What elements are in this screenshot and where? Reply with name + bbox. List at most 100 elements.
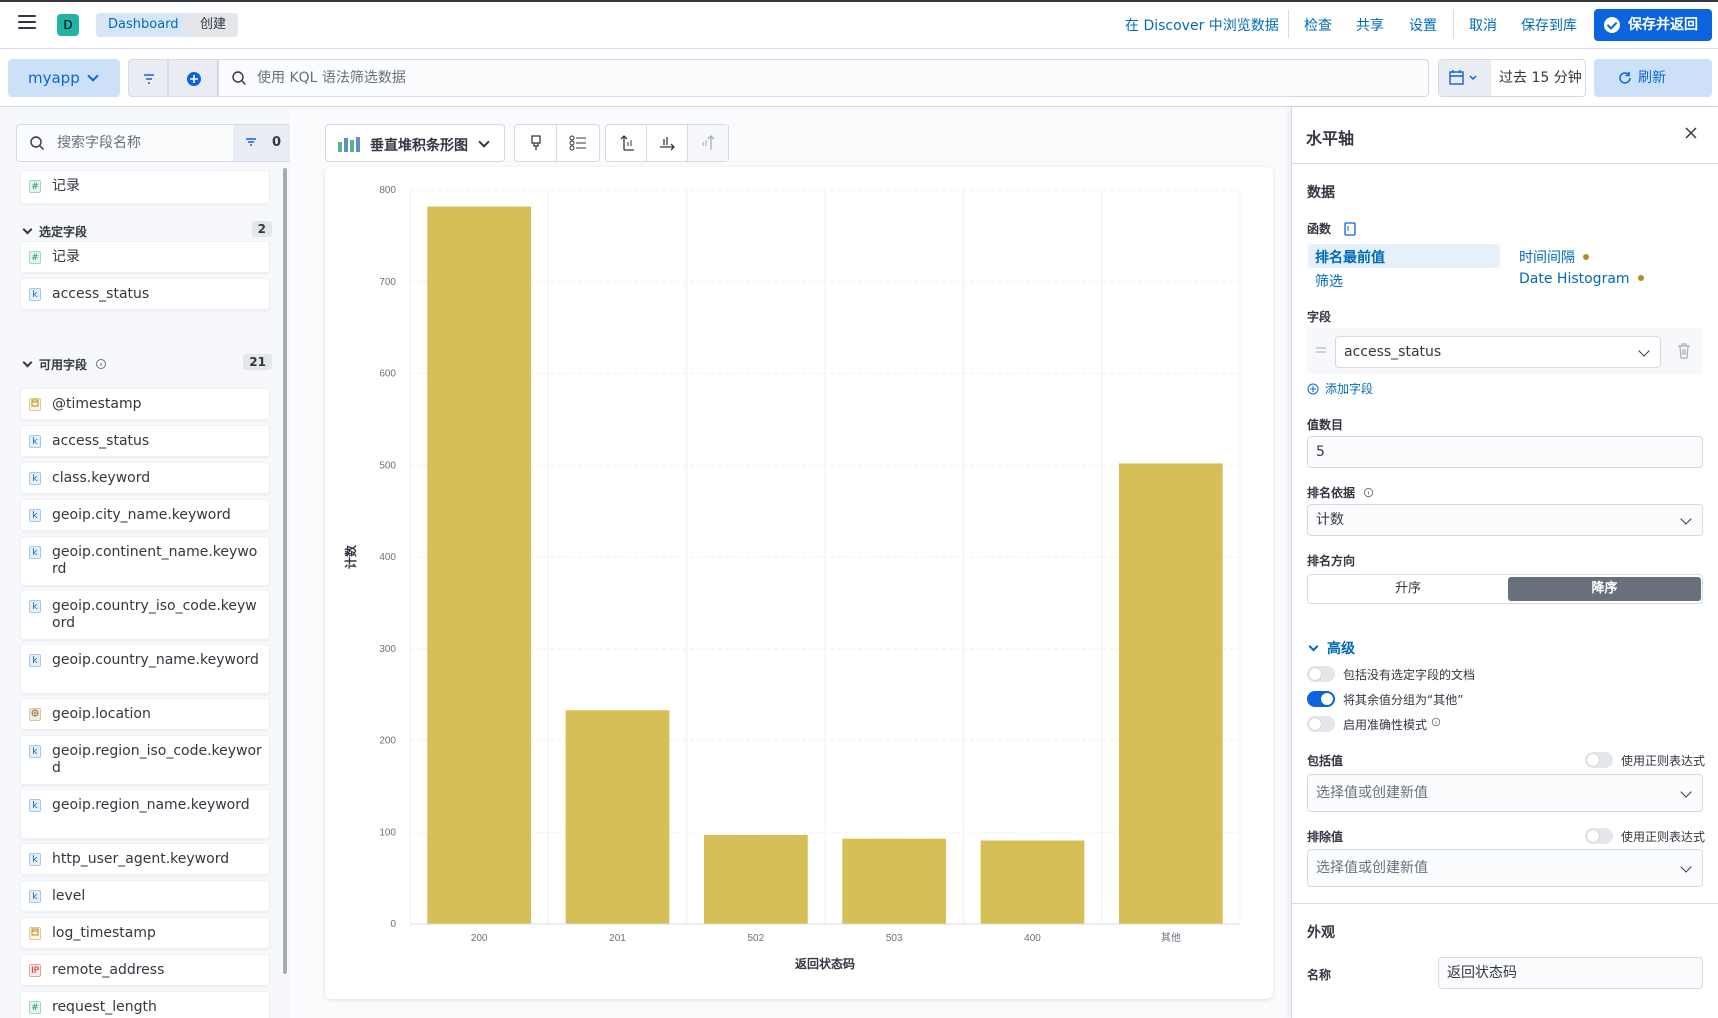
chevron-down-icon [1680, 786, 1692, 798]
field-filter-button[interactable]: 0 [233, 125, 291, 161]
selected-fields-header[interactable]: 选定字段 2 [20, 221, 272, 240]
available-fields-header[interactable]: 可用字段 21 [20, 354, 272, 373]
function-top-values-selected[interactable]: 排名最前值 [1308, 244, 1500, 268]
field-item[interactable]: k geoip.country_name.keyword [20, 644, 270, 694]
rank-by-select[interactable]: 计数 [1307, 504, 1703, 536]
scrollbar[interactable] [283, 168, 287, 974]
cancel-link[interactable]: 取消 [1469, 15, 1497, 35]
exclude-values-combobox[interactable]: 选择值或创建新值 [1307, 849, 1703, 887]
warning-dot [1637, 275, 1644, 281]
close-icon[interactable] [1683, 125, 1699, 141]
breadcrumb-dashboard[interactable]: Dashboard [96, 13, 195, 37]
share-link[interactable]: 共享 [1356, 15, 1384, 35]
field-item[interactable]: geoip.location [20, 698, 270, 730]
plus-circle-icon [187, 72, 201, 86]
field-item[interactable]: k geoip.region_name.keyword [20, 789, 270, 839]
toggle-switch[interactable] [1585, 828, 1613, 844]
bar [842, 838, 947, 924]
date-picker[interactable]: 过去 15 分钟 [1438, 59, 1586, 97]
filter-menu-button[interactable] [128, 59, 168, 97]
panel-title: 水平轴 [1306, 129, 1355, 148]
info-icon [96, 359, 107, 369]
field-item[interactable]: k access_status [20, 425, 270, 457]
name-input[interactable]: 返回状态码 [1438, 957, 1703, 989]
warning-dot [1583, 254, 1589, 260]
include-values-combobox[interactable]: 选择值或创建新值 [1307, 774, 1703, 812]
drag-handle-icon[interactable] [1316, 347, 1326, 353]
y-tick-label: 200 [379, 736, 396, 747]
descending-option-selected[interactable]: 降序 [1508, 577, 1701, 601]
documentation-icon[interactable] [1343, 222, 1357, 236]
field-item-records[interactable]: # 记录 [20, 170, 270, 204]
toggle-switch[interactable] [1585, 752, 1613, 768]
field-item[interactable]: # request_length [20, 991, 270, 1018]
keyword-type-icon: k [29, 600, 41, 613]
field-item[interactable]: k access_status [20, 278, 270, 310]
keyword-type-icon: k [29, 435, 41, 448]
info-icon [1431, 717, 1441, 727]
dataview-picker[interactable]: myapp [8, 59, 120, 97]
chevron-down-icon [1308, 641, 1319, 652]
info-icon [1364, 487, 1374, 498]
field-item[interactable]: k class.keyword [20, 462, 270, 494]
right-axis-button[interactable] [688, 125, 728, 161]
field-item[interactable]: k geoip.city_name.keyword [20, 499, 270, 531]
keyword-type-icon: k [29, 509, 41, 522]
y-tick-label: 300 [379, 644, 396, 655]
chevron-down-icon [1638, 345, 1650, 357]
count-input[interactable]: 5 [1307, 436, 1703, 468]
chevron-down-icon [22, 357, 33, 368]
field-item[interactable]: k geoip.region_iso_code.keyword [20, 735, 270, 785]
function-date-histogram[interactable]: Date Histogram [1519, 271, 1644, 287]
field-item[interactable]: log_timestamp [20, 917, 270, 949]
explore-in-discover-link[interactable]: 在 Discover 中浏览数据 [1125, 15, 1279, 35]
field-item[interactable]: # 记录 [20, 241, 270, 273]
calendar-icon [1449, 70, 1477, 85]
legend-options-button[interactable] [557, 125, 599, 161]
function-filters[interactable]: 筛选 [1315, 271, 1343, 291]
y-tick-label: 700 [379, 277, 396, 288]
trash-icon[interactable] [1677, 343, 1691, 359]
keyword-type-icon: k [29, 654, 41, 667]
count-label: 值数目 [1307, 418, 1344, 432]
toggle-switch[interactable] [1307, 691, 1335, 707]
settings-link[interactable]: 设置 [1409, 15, 1437, 35]
x-tick-label: 503 [886, 933, 903, 944]
field-select[interactable]: access_status [1335, 336, 1661, 368]
left-axis-button[interactable] [606, 125, 647, 161]
bottom-axis-button[interactable] [647, 125, 688, 161]
keyword-type-icon: k [29, 745, 41, 758]
ascending-option[interactable]: 升序 [1310, 577, 1506, 601]
add-field-button[interactable]: 添加字段 [1307, 380, 1373, 397]
field-item[interactable]: k http_user_agent.keyword [20, 843, 270, 875]
y-tick-label: 600 [379, 369, 396, 380]
chart-type-switcher[interactable]: 垂直堆积条形图 [325, 124, 505, 162]
y-tick-label: 400 [379, 552, 396, 563]
name-label: 名称 [1307, 968, 1332, 982]
save-and-return-button[interactable]: 保存并返回 [1594, 9, 1712, 41]
field-item[interactable]: IP remote_address [20, 954, 270, 986]
kql-search-input[interactable]: 使用 KQL 语法筛选数据 [218, 59, 1429, 97]
x-tick-label: 400 [1024, 933, 1041, 944]
toggle-switch[interactable] [1307, 716, 1335, 732]
chevron-down-icon [22, 224, 33, 235]
space-avatar[interactable]: D [57, 14, 79, 36]
save-to-library-link[interactable]: 保存到库 [1521, 15, 1577, 35]
calendar-quick-menu[interactable] [1439, 60, 1491, 96]
toggle-switch[interactable] [1307, 666, 1335, 682]
visual-options-button[interactable] [515, 125, 557, 161]
field-item[interactable]: k level [20, 880, 270, 912]
refresh-button[interactable]: 刷新 [1594, 59, 1712, 97]
inspect-link[interactable]: 检查 [1304, 15, 1332, 35]
add-filter-button[interactable] [168, 59, 218, 97]
function-interval[interactable]: 时间间隔 [1519, 247, 1589, 267]
field-item[interactable]: k geoip.continent_name.keyword [20, 536, 270, 586]
field-item[interactable]: @timestamp [20, 388, 270, 420]
breadcrumb-create: 创建 [182, 13, 239, 37]
menu-icon[interactable] [18, 15, 36, 29]
field-item[interactable]: k geoip.country_iso_code.keyword [20, 590, 270, 640]
keyword-type-icon: k [29, 546, 41, 559]
field-search-input[interactable]: 搜索字段名称 0 [16, 124, 292, 162]
filter-icon [246, 138, 256, 146]
advanced-toggle[interactable]: 高级 [1308, 638, 1355, 658]
